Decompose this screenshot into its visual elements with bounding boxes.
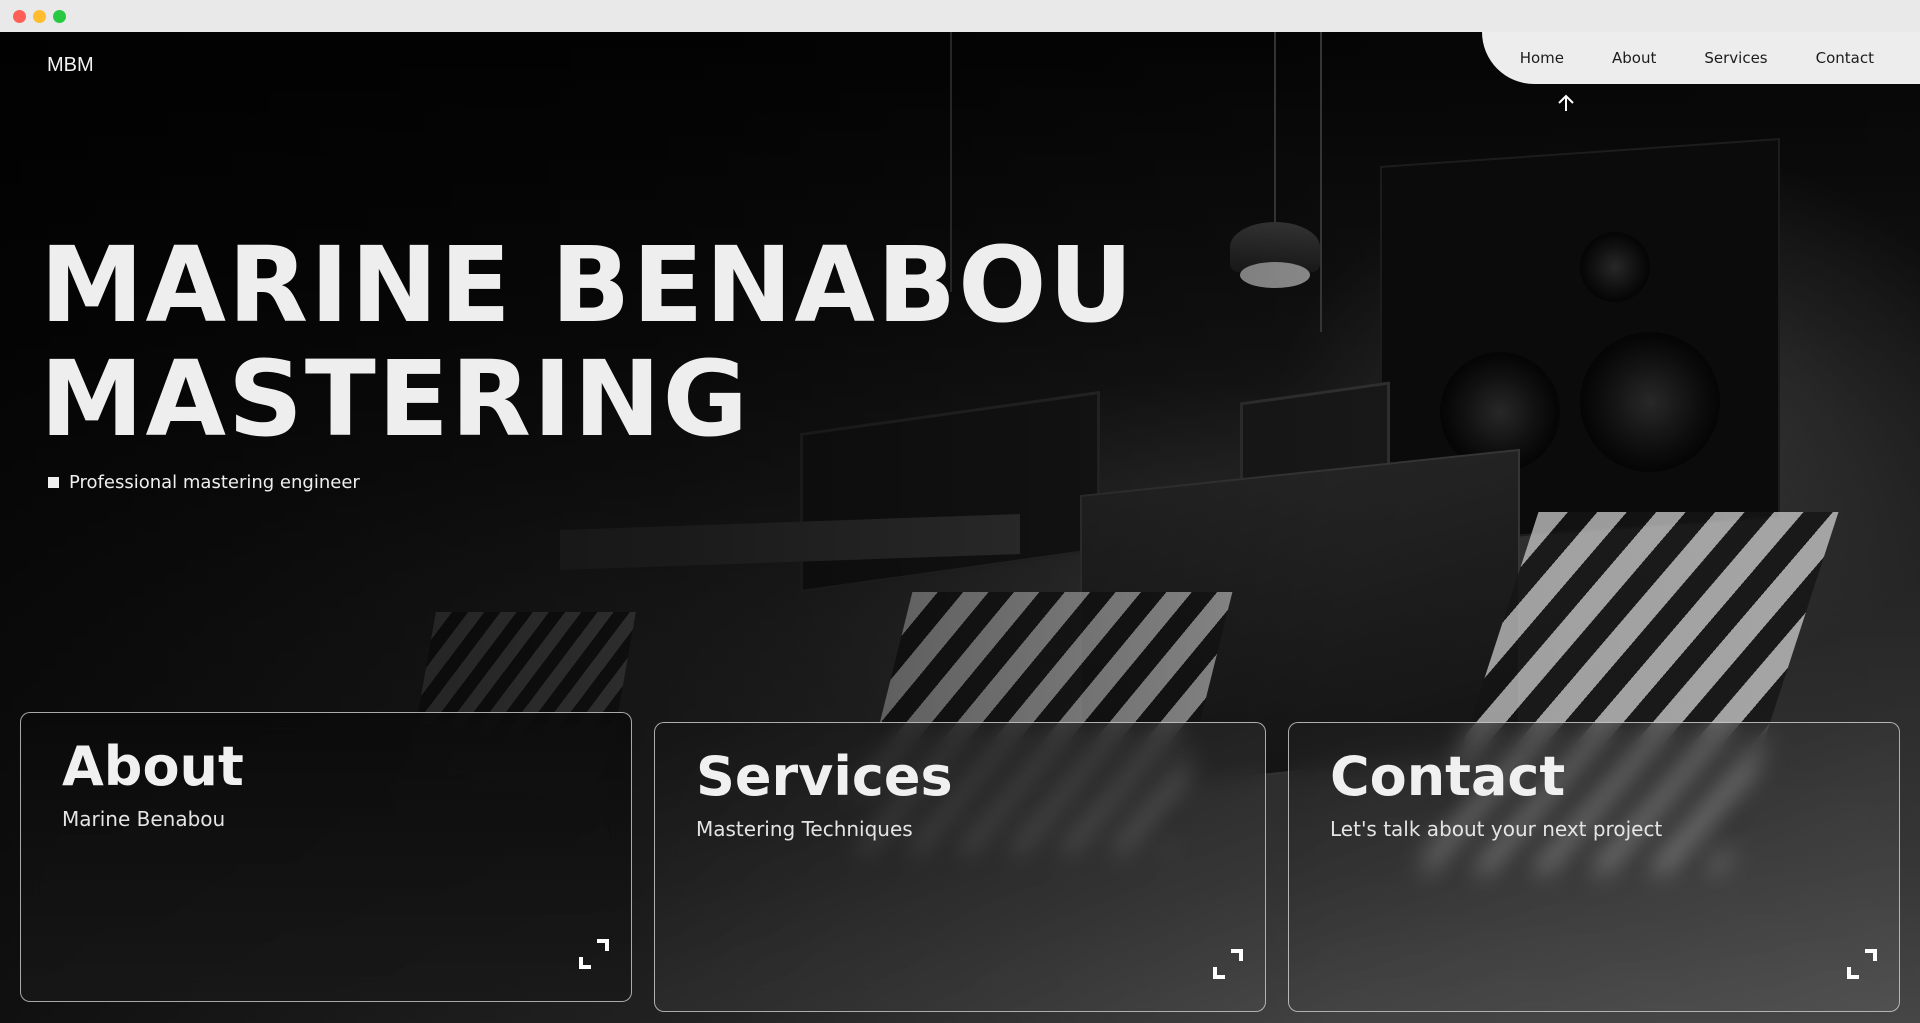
card-subtitle: Let's talk about your next project [1330,817,1662,841]
background-monitor [1240,381,1390,512]
background-speaker [1380,138,1780,546]
expand-icon[interactable] [1845,947,1879,981]
background-tweeter [1580,232,1650,302]
nav-link-home[interactable]: Home [1520,49,1564,67]
hero-title: MARINE BENABOU MASTERING [40,228,1135,456]
page-viewport: MBM Home About Services Contact MARINE B… [0,32,1920,1023]
main-nav: Home About Services Contact [1482,32,1920,84]
hero-title-line: MARINE BENABOU [40,228,1135,342]
browser-titlebar [0,0,1920,32]
card-subtitle: Mastering Techniques [696,817,913,841]
card-title: Services [696,745,953,808]
minimize-window-button[interactable] [33,10,46,23]
hero-title-line: MASTERING [40,342,1135,456]
nav-link-services[interactable]: Services [1704,49,1767,67]
card-subtitle: Marine Benabou [62,807,225,831]
close-window-button[interactable] [13,10,26,23]
tagline-text: Professional mastering engineer [69,472,360,493]
nav-link-about[interactable]: About [1612,49,1656,67]
background-lamp-light [1240,262,1310,288]
background-cable [1274,32,1276,227]
contact-card[interactable]: Contact Let's talk about your next proje… [1288,722,1900,1012]
nav-link-contact[interactable]: Contact [1816,49,1874,67]
about-card[interactable]: About Marine Benabou [20,712,632,1002]
card-title: About [62,735,244,798]
hero-tagline: Professional mastering engineer [48,472,360,493]
arrow-up-icon [1555,92,1577,114]
background-cable [1320,32,1322,332]
site-logo[interactable]: MBM [47,54,94,77]
expand-icon[interactable] [1211,947,1245,981]
square-bullet-icon [48,477,59,488]
background-desk [560,514,1020,570]
expand-icon[interactable] [577,937,611,971]
background-woofer [1440,352,1560,472]
background-woofer [1580,332,1720,472]
maximize-window-button[interactable] [53,10,66,23]
background-lamp [1230,222,1320,272]
services-card[interactable]: Services Mastering Techniques [654,722,1266,1012]
card-title: Contact [1330,745,1565,808]
